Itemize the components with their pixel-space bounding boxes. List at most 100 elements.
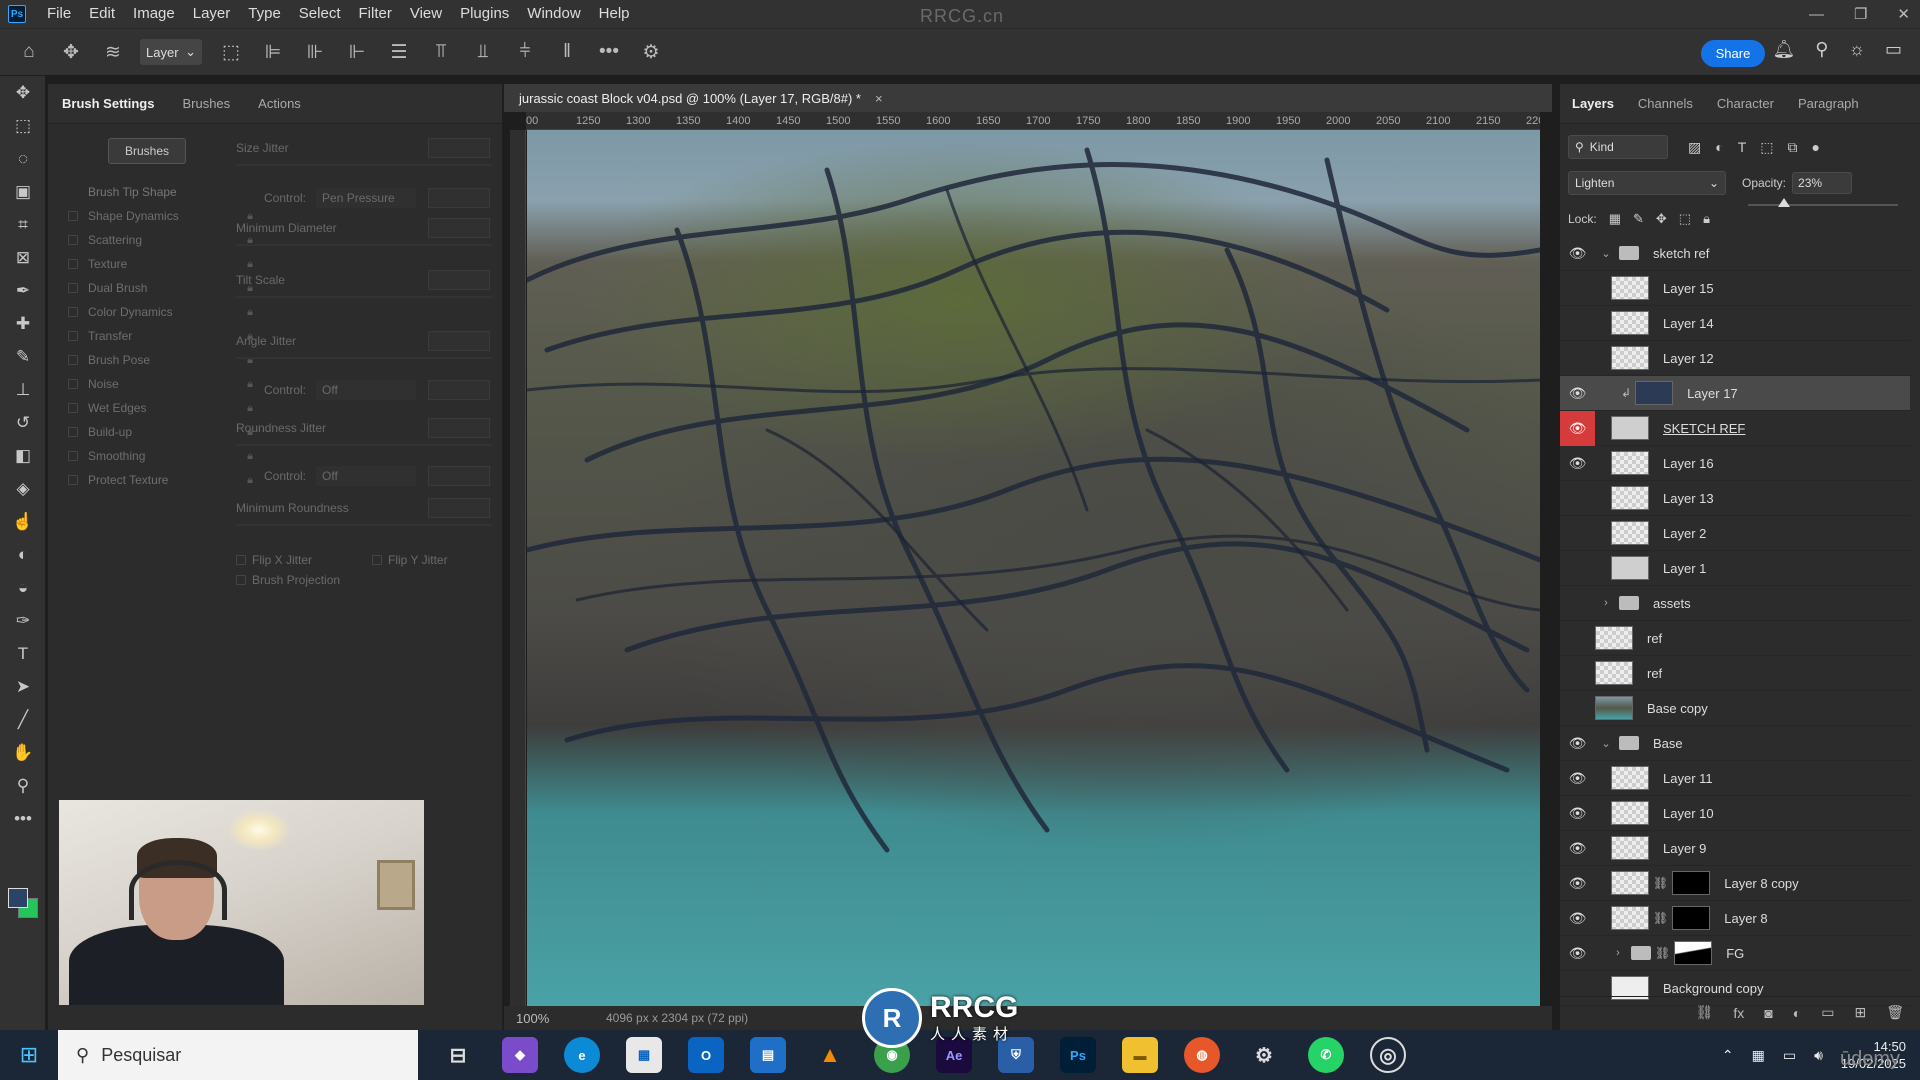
checkbox[interactable] bbox=[68, 235, 78, 245]
whatsapp-icon[interactable]: ✆ bbox=[1308, 1037, 1344, 1073]
visibility-eye-icon[interactable]: 👁︎ bbox=[1560, 586, 1595, 621]
fx-icon[interactable]: fx bbox=[1733, 1005, 1744, 1021]
chevron-right-icon[interactable]: › bbox=[1611, 947, 1625, 959]
visibility-eye-icon[interactable]: 👁︎ bbox=[1560, 901, 1595, 936]
settings-gear-icon[interactable]: ⚙ bbox=[1246, 1037, 1282, 1073]
brush-option-item[interactable]: Transfer 🔒︎ bbox=[68, 324, 253, 348]
menu-layer[interactable]: Layer bbox=[184, 0, 240, 28]
layer-row[interactable]: 👁︎ ⛓ Layer 8 bbox=[1560, 901, 1910, 936]
layer-row[interactable]: 👁︎ Layer 15 bbox=[1560, 271, 1910, 306]
control3-dropdown[interactable]: Off bbox=[316, 466, 417, 486]
document-canvas[interactable] bbox=[527, 130, 1540, 1006]
visibility-eye-icon[interactable]: 👁︎ bbox=[1560, 726, 1595, 761]
search-icon[interactable]: ⚲ bbox=[1815, 39, 1828, 60]
control1-field[interactable] bbox=[428, 188, 490, 208]
layer-group-row[interactable]: 👁︎ › assets bbox=[1560, 586, 1910, 621]
layer-row[interactable]: 👁︎ Base copy bbox=[1560, 691, 1910, 726]
healing-brush-icon[interactable]: ✚ bbox=[0, 307, 46, 340]
brush-option-item[interactable]: Texture 🔒︎ bbox=[68, 252, 253, 276]
copilot-icon[interactable]: ◆ bbox=[502, 1037, 538, 1073]
vlc-icon[interactable]: ▲ bbox=[812, 1037, 848, 1073]
brush-option-item[interactable]: Smoothing 🔒︎ bbox=[68, 444, 253, 468]
layer-row[interactable]: 👁︎ Layer 13 bbox=[1560, 481, 1910, 516]
minimum-diameter-field[interactable] bbox=[428, 218, 490, 238]
visibility-eye-icon[interactable]: 👁︎ bbox=[1560, 656, 1595, 691]
smudge-tool-icon[interactable]: ☝ bbox=[0, 505, 46, 538]
battery-icon[interactable]: ▭ bbox=[1783, 1047, 1796, 1064]
history-brush-icon[interactable]: ↺ bbox=[0, 406, 46, 439]
checkbox[interactable] bbox=[68, 259, 78, 269]
task-view-icon[interactable]: ⊟ bbox=[440, 1037, 476, 1073]
layer-row[interactable]: 👁︎ ⛓ Layer 8 copy bbox=[1560, 866, 1910, 901]
visibility-eye-icon[interactable]: 👁︎ bbox=[1560, 866, 1595, 901]
roundness-jitter-control[interactable]: Roundness Jitter bbox=[236, 418, 492, 446]
network-icon[interactable]: ▦ bbox=[1752, 1047, 1765, 1064]
tab-brushes[interactable]: Brushes bbox=[168, 96, 244, 111]
chevron-down-icon[interactable]: ⌄ bbox=[1599, 247, 1613, 260]
brush-option-item[interactable]: Noise 🔒︎ bbox=[68, 372, 253, 396]
control1-dropdown[interactable]: Pen Pressure bbox=[316, 188, 417, 208]
paint-bucket-icon[interactable]: ◈ bbox=[0, 472, 46, 505]
layer-row[interactable]: 👁︎ Layer 12 bbox=[1560, 341, 1910, 376]
chevron-right-icon[interactable]: › bbox=[1599, 597, 1613, 609]
brush-tip-shape-item[interactable]: Brush Tip Shape bbox=[68, 180, 253, 204]
layer-row[interactable]: 👁︎ Layer 14 bbox=[1560, 306, 1910, 341]
menu-plugins[interactable]: Plugins bbox=[451, 0, 518, 28]
close-tab-icon[interactable]: × bbox=[875, 91, 883, 106]
size-jitter-control[interactable]: Size Jitter bbox=[236, 138, 492, 166]
lightbulb-icon[interactable]: ☼ bbox=[1848, 39, 1865, 60]
crop-tool-icon[interactable]: ⌗ bbox=[0, 208, 46, 241]
brush-option-item[interactable]: Color Dynamics 🔒︎ bbox=[68, 300, 253, 324]
home-icon[interactable]: ⌂ bbox=[16, 41, 42, 63]
visibility-eye-icon[interactable]: 👁︎ bbox=[1576, 306, 1611, 341]
control3-field[interactable] bbox=[428, 466, 490, 486]
opacity-slider-knob[interactable] bbox=[1777, 198, 1790, 207]
layer-group-row[interactable]: 👁︎ ⌄ sketch ref bbox=[1560, 236, 1910, 271]
sponge-tool-icon[interactable]: ◒ bbox=[0, 571, 46, 604]
dodge-tool-icon[interactable]: ◐ bbox=[0, 538, 46, 571]
tab-layers[interactable]: Layers bbox=[1560, 96, 1626, 111]
volume-icon[interactable]: 🔊︎ bbox=[1814, 1047, 1823, 1064]
align-center-icon[interactable]: ⊪ bbox=[302, 41, 328, 64]
restore-button[interactable]: ❐ bbox=[1854, 5, 1867, 23]
layer-group-row[interactable]: 👁︎ ⌄ Base bbox=[1560, 726, 1910, 761]
news-icon[interactable]: ▤ bbox=[750, 1037, 786, 1073]
lock-pixels-icon[interactable]: ✎ bbox=[1633, 211, 1644, 227]
taskbar-search[interactable]: ⚲ Pesquisar bbox=[58, 1030, 418, 1080]
adjustment-layer-icon[interactable]: ◐ bbox=[1793, 1005, 1801, 1021]
minimum-diameter-control[interactable]: Minimum Diameter bbox=[236, 218, 492, 246]
lock-artboard-icon[interactable]: ⬚ bbox=[1679, 211, 1691, 227]
photoshop-taskbar-icon[interactable]: Ps bbox=[1060, 1037, 1096, 1073]
visibility-eye-icon[interactable]: 👁︎ bbox=[1576, 271, 1611, 306]
brush-tool-icon[interactable]: ✎ bbox=[0, 340, 46, 373]
hand-tool-icon[interactable]: ✋ bbox=[0, 736, 46, 769]
opacity-slider[interactable] bbox=[1748, 198, 1898, 207]
auto-select-dropdown[interactable]: Layer ⌄ bbox=[140, 39, 202, 65]
layer-row[interactable]: 👁︎ SKETCH REF bbox=[1560, 410, 1910, 446]
share-button[interactable]: Share bbox=[1701, 40, 1765, 67]
adjustment-filter-icon[interactable]: ◐ bbox=[1715, 139, 1723, 156]
add-mask-icon[interactable]: ◙ bbox=[1764, 1005, 1772, 1021]
align-left-icon[interactable]: ⊫ bbox=[260, 41, 286, 64]
store-icon[interactable]: ▦ bbox=[626, 1037, 662, 1073]
menu-file[interactable]: File bbox=[38, 0, 80, 28]
pixel-filter-icon[interactable]: ▨ bbox=[1688, 139, 1701, 156]
visibility-eye-icon[interactable]: 👁︎ bbox=[1560, 446, 1595, 481]
workspace-icon[interactable]: ▭ bbox=[1885, 39, 1902, 60]
chevron-up-icon[interactable]: ⌃ bbox=[1722, 1047, 1734, 1064]
checkbox[interactable] bbox=[68, 427, 78, 437]
visibility-eye-icon[interactable]: 👁︎ bbox=[1560, 236, 1595, 271]
tab-actions[interactable]: Actions bbox=[244, 96, 315, 111]
minimum-roundness-slider[interactable] bbox=[236, 524, 492, 526]
checkbox[interactable] bbox=[68, 331, 78, 341]
minimum-diameter-slider[interactable] bbox=[236, 244, 492, 246]
brushes-button[interactable]: Brushes bbox=[108, 138, 186, 164]
checkbox[interactable] bbox=[68, 379, 78, 389]
tab-character[interactable]: Character bbox=[1705, 96, 1786, 111]
menu-type[interactable]: Type bbox=[239, 0, 290, 28]
checkbox[interactable] bbox=[68, 475, 78, 485]
layer-row-selected[interactable]: 👁︎ ↲ Layer 17 bbox=[1560, 376, 1910, 411]
checkbox[interactable] bbox=[68, 403, 78, 413]
kind-filter-dropdown[interactable]: ⚲ Kind bbox=[1568, 135, 1668, 159]
layer-row[interactable]: 👁︎ Layer 9 bbox=[1560, 831, 1910, 866]
